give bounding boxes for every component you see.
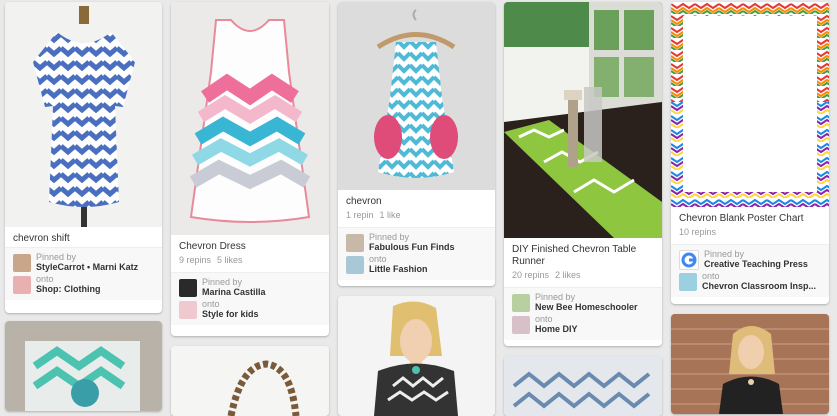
pinner-name[interactable]: New Bee Homeschooler xyxy=(535,302,638,313)
chevron-romper-photo xyxy=(374,9,458,178)
pin-attribution: Pinned by StyleCarrot • Marni Katz onto Sh… xyxy=(5,247,162,300)
chevron-quilt-photo xyxy=(504,356,662,416)
pin-card[interactable] xyxy=(338,296,495,416)
pin-image[interactable] xyxy=(338,2,495,190)
google-logo-icon[interactable] xyxy=(679,250,699,270)
pinner-name[interactable]: Marina Castilla xyxy=(202,287,266,298)
avatar[interactable] xyxy=(179,279,197,297)
onto-label: onto xyxy=(202,299,220,309)
chevron-art-photo xyxy=(25,341,140,411)
like-count: 5 likes xyxy=(217,255,243,265)
pin-card[interactable] xyxy=(671,314,829,414)
braided-necklace-photo xyxy=(227,360,300,416)
pin-image[interactable] xyxy=(5,321,162,411)
onto-label: onto xyxy=(702,271,720,281)
board-name[interactable]: Shop: Clothing xyxy=(36,284,100,295)
pin-stats: 10 repins xyxy=(671,227,829,244)
repin-count: 10 repins xyxy=(679,227,717,237)
board-thumbnail[interactable] xyxy=(179,301,197,319)
pin-card[interactable]: chevron 1 repin 1 like Pinned by Fabulous … xyxy=(338,2,495,286)
pin-description: Chevron Dress xyxy=(179,241,246,252)
pin-card[interactable]: chevron shift Pinned by StyleCarrot • Mar… xyxy=(5,2,162,313)
pin-attribution: Pinned by Creative Teaching Press onto Che… xyxy=(671,244,829,297)
like-count: 2 likes xyxy=(555,270,581,280)
pinner-name[interactable]: StyleCarrot • Marni Katz xyxy=(36,262,138,273)
pinned-by-label: Pinned by xyxy=(36,252,77,262)
portrait-photo xyxy=(671,314,829,414)
board-thumbnail[interactable] xyxy=(679,273,697,291)
pin-description: chevron xyxy=(346,196,382,207)
pin-description: Chevron Blank Poster Chart xyxy=(679,213,804,224)
repin-count: 20 repins xyxy=(512,270,550,280)
board-thumbnail[interactable] xyxy=(13,276,31,294)
pin-description: DIY Finished Chevron Table Runner xyxy=(512,244,637,267)
pin-image[interactable] xyxy=(504,356,662,416)
board-name[interactable]: Home DIY xyxy=(535,324,578,335)
avatar[interactable] xyxy=(346,234,364,252)
board-name[interactable]: Chevron Classroom Insp... xyxy=(702,281,816,292)
repin-count: 1 repin xyxy=(346,210,374,220)
pin-stats: 9 repins 5 likes xyxy=(171,255,329,272)
pin-image[interactable] xyxy=(671,314,829,414)
pin-card[interactable]: Chevron Dress 9 repins 5 likes Pinned by M… xyxy=(171,2,329,336)
pin-image[interactable] xyxy=(338,296,495,416)
pin-stats: 1 repin 1 like xyxy=(338,210,495,227)
pin-image[interactable] xyxy=(171,346,329,416)
pinned-by-label: Pinned by xyxy=(202,277,243,287)
pin-description: chevron shift xyxy=(13,233,70,244)
board-thumbnail[interactable] xyxy=(346,256,364,274)
chevron-dress-photo xyxy=(189,19,311,223)
pin-attribution: Pinned by New Bee Homeschooler onto Home D… xyxy=(504,287,662,340)
model-photo xyxy=(374,301,458,416)
pin-card[interactable]: Chevron Blank Poster Chart 10 repins Pin… xyxy=(671,2,829,304)
avatar[interactable] xyxy=(13,254,31,272)
onto-label: onto xyxy=(36,274,54,284)
pin-card[interactable] xyxy=(171,346,329,416)
pin-card[interactable]: DIY Finished Chevron Table Runner 20 rep… xyxy=(504,2,662,346)
board-name[interactable]: Little Fashion xyxy=(369,264,428,275)
pinner-name[interactable]: Fabulous Fun Finds xyxy=(369,242,455,253)
pin-card[interactable] xyxy=(504,356,662,416)
onto-label: onto xyxy=(535,314,553,324)
like-count: 1 like xyxy=(379,210,401,220)
chevron-dress-photo xyxy=(33,6,135,227)
table-runner-photo xyxy=(504,2,662,238)
avatar[interactable] xyxy=(512,294,530,312)
pin-image[interactable] xyxy=(671,2,829,207)
pin-attribution: Pinned by Marina Castilla onto Style for k… xyxy=(171,272,329,325)
chevron-poster-chart xyxy=(671,2,829,207)
pin-stats: 20 repins 2 likes xyxy=(504,270,662,287)
board-name[interactable]: Style for kids xyxy=(202,309,259,320)
pinned-by-label: Pinned by xyxy=(704,249,745,259)
pinned-by-label: Pinned by xyxy=(369,232,410,242)
onto-label: onto xyxy=(369,254,387,264)
pin-image[interactable] xyxy=(171,2,329,235)
repin-count: 9 repins xyxy=(179,255,212,265)
board-thumbnail[interactable] xyxy=(512,316,530,334)
pin-image[interactable] xyxy=(504,2,662,238)
pin-attribution: Pinned by Fabulous Fun Finds onto Little F… xyxy=(338,227,495,280)
pinned-by-label: Pinned by xyxy=(535,292,576,302)
pin-image[interactable] xyxy=(5,2,162,227)
pin-card[interactable] xyxy=(5,321,162,411)
pinner-name[interactable]: Creative Teaching Press xyxy=(704,259,808,270)
